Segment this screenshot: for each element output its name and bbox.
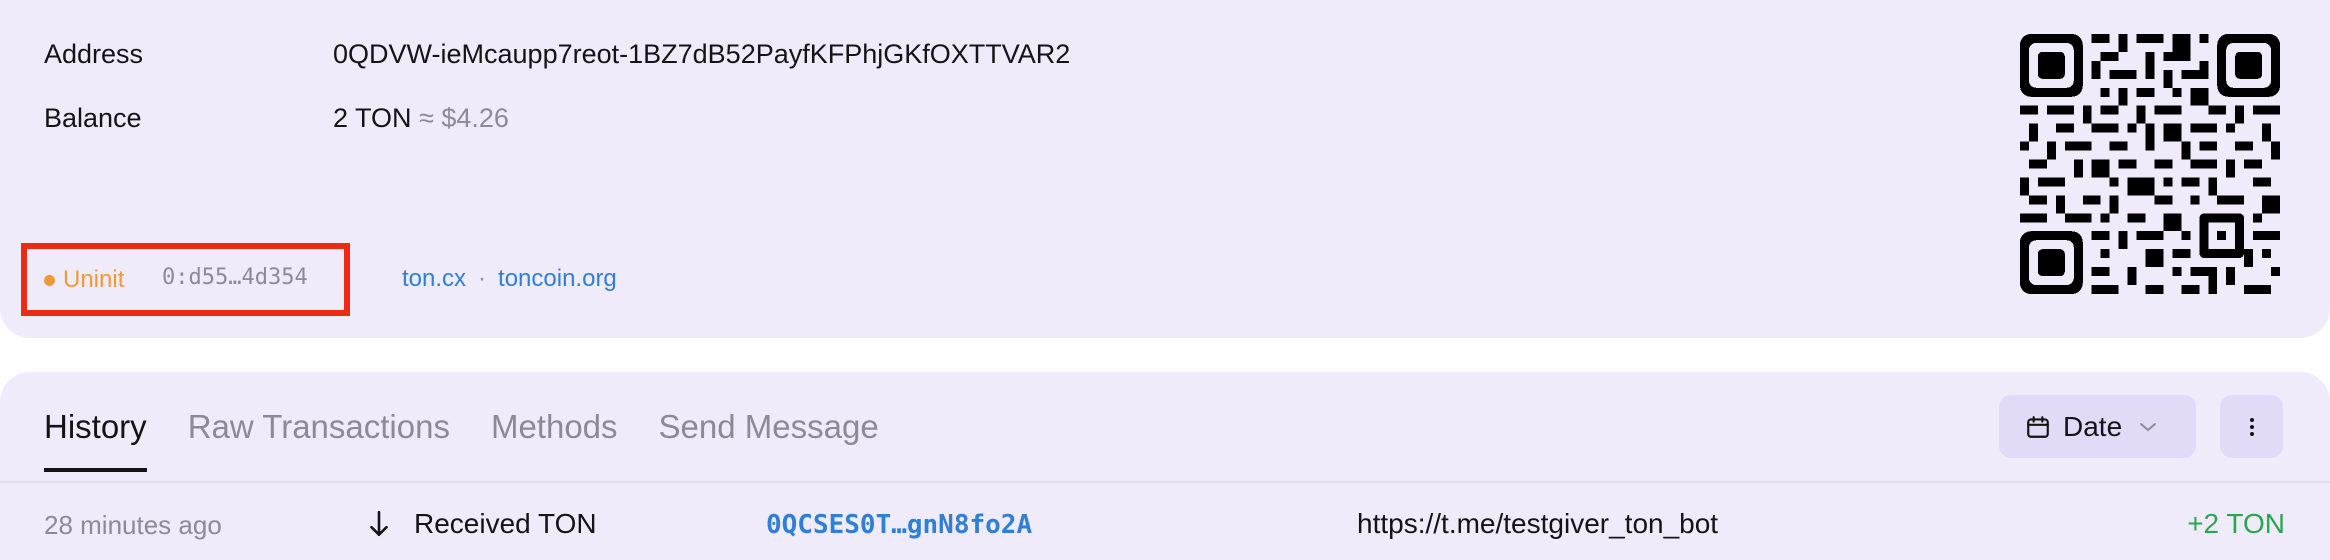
status-text: Uninit — [63, 266, 125, 293]
status-badge: Uninit — [44, 266, 124, 294]
more-options-button[interactable] — [2220, 395, 2283, 458]
link-toncoin[interactable]: toncoin.org — [498, 265, 617, 293]
arrow-down-icon — [366, 509, 392, 539]
transaction-time: 28 minutes ago — [44, 510, 222, 540]
date-filter-button[interactable]: Date — [1999, 395, 2196, 458]
qr-code — [2020, 34, 2280, 294]
address-value[interactable]: 0QDVW-ieMcaupp7reot-1BZ7dB52PayfKFPhjGKf… — [333, 39, 1070, 70]
link-separator: · — [478, 265, 487, 292]
transaction-comment: https://t.me/testgiver_ton_bot — [1357, 508, 1719, 539]
chevron-down-icon — [2140, 422, 2157, 431]
account-card: Address 0QDVW-ieMcaupp7reot-1BZ7dB52Payf… — [0, 0, 2330, 338]
transaction-type: Received TON — [366, 508, 597, 540]
tab-raw-transactions[interactable]: Raw Transactions — [188, 408, 450, 472]
calendar-icon — [2027, 415, 2049, 438]
transaction-address[interactable]: 0QCSES0T…gnN8fo2A — [766, 510, 1032, 540]
balance-value: 2 TON ≈ $4.26 — [333, 103, 509, 134]
address-label: Address — [44, 39, 144, 69]
link-toncx[interactable]: ton.cx — [402, 265, 466, 293]
transaction-amount: +2 TON — [2187, 508, 2285, 539]
explorer-links: ton.cx · toncoin.org — [402, 265, 617, 293]
balance-amount: 2 TON — [333, 103, 412, 133]
balance-label: Balance — [44, 103, 142, 133]
status-dot-icon — [44, 274, 55, 286]
raw-address[interactable]: 0:d55…4d354 — [162, 265, 308, 290]
tabs-divider — [0, 481, 2330, 483]
transaction-type-label: Received TON — [414, 508, 597, 539]
tab-methods[interactable]: Methods — [491, 408, 618, 472]
date-filter-label: Date — [2063, 410, 2123, 442]
tab-history[interactable]: History — [44, 408, 147, 472]
tab-bar: History Raw Transactions Methods Send Me… — [44, 408, 920, 472]
tab-send-message[interactable]: Send Message — [659, 408, 879, 472]
balance-fiat: ≈ $4.26 — [419, 103, 509, 133]
more-vertical-icon — [2249, 417, 2254, 436]
